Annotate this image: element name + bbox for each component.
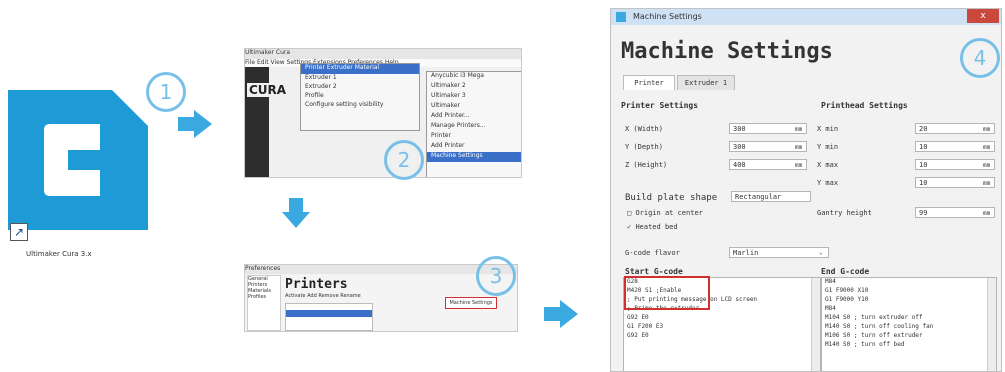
- unit-label: mm: [983, 210, 991, 217]
- submenu-item[interactable]: Ultimaker 2: [427, 82, 521, 92]
- printer-list[interactable]: [285, 303, 373, 331]
- x-max-label: X max: [817, 161, 839, 169]
- z-height-label: Z (Height): [625, 161, 668, 169]
- menu-item[interactable]: Profile: [301, 92, 419, 101]
- checkmark-icon[interactable]: ✓: [627, 223, 631, 231]
- gantry-height-label: Gantry height: [817, 209, 872, 217]
- step-1-marker: 1: [146, 72, 186, 112]
- submenu-item[interactable]: Add Printer...: [427, 112, 521, 122]
- unit-label: mm: [795, 126, 803, 133]
- printer-actions[interactable]: Activate Add Remove Rename: [285, 293, 361, 299]
- end-gcode-title: End G-code: [821, 267, 870, 276]
- gcode-line: G1 F9000 Y10: [825, 296, 869, 303]
- cura-main-window-screenshot: Ultimaker Cura File Edit View Settings E…: [244, 48, 522, 178]
- printers-heading: Printers: [285, 277, 348, 292]
- start-gcode-title: Start G-code: [625, 267, 683, 276]
- scrollbar[interactable]: [987, 278, 996, 371]
- menu-item[interactable]: Configure setting visibility: [301, 101, 419, 110]
- submenu-item[interactable]: Add Printer: [427, 142, 521, 152]
- close-button[interactable]: x: [967, 9, 999, 23]
- step-4-marker: 4: [960, 38, 1000, 78]
- dropdown-header: Printer Extruder Material: [301, 64, 419, 74]
- gcode-line: M140 S0 ; turn off cooling fan: [825, 323, 934, 330]
- menu-item[interactable]: Extruder 1: [301, 74, 419, 83]
- step-2-marker: 2: [384, 140, 424, 180]
- heated-bed-checkbox[interactable]: ✓ Heated bed: [627, 223, 678, 231]
- machine-settings-button[interactable]: Machine Settings: [445, 297, 497, 309]
- unit-label: mm: [983, 126, 991, 133]
- unit-label: mm: [795, 144, 803, 151]
- chevron-down-icon[interactable]: ⌄: [819, 249, 823, 256]
- submenu-item[interactable]: Ultimaker: [427, 102, 521, 112]
- gcode-line: M84: [825, 305, 836, 312]
- step-3-marker: 3: [476, 256, 516, 296]
- unit-label: mm: [795, 162, 803, 169]
- start-gcode-highlight: [624, 276, 710, 310]
- settings-dropdown-menu[interactable]: Printer Extruder Material Extruder 1 Ext…: [300, 63, 420, 131]
- dialog-heading: Machine Settings: [621, 39, 833, 64]
- gcode-line: M106 S0 ; turn off extruder: [825, 332, 923, 339]
- submenu-item[interactable]: Ultimaker 3: [427, 92, 521, 102]
- gcode-flavor-label: G-code flavor: [625, 249, 680, 257]
- submenu-item-machine-settings[interactable]: Machine Settings: [427, 152, 521, 162]
- x-width-label: X (Width): [625, 125, 663, 133]
- tab-extruder-1[interactable]: Extruder 1: [677, 75, 735, 90]
- icon-caption: Ultimaker Cura 3.x: [26, 250, 92, 258]
- gcode-flavor-select[interactable]: Marlin: [729, 247, 829, 258]
- printer-settings-title: Printer Settings: [621, 101, 699, 110]
- machine-settings-dialog: Machine Settings x Machine Settings Prin…: [610, 8, 1002, 372]
- submenu-item[interactable]: Printer: [427, 132, 521, 142]
- cura-app-icon[interactable]: [8, 90, 148, 230]
- checkbox-label: Heated bed: [635, 223, 678, 231]
- gcode-line: G92 E0: [627, 332, 649, 339]
- selected-printer-row[interactable]: [286, 310, 372, 317]
- gcode-line: M84: [825, 278, 836, 285]
- printer-submenu[interactable]: Anycubic i3 Mega Ultimaker 2 Ultimaker 3…: [426, 71, 521, 177]
- y-max-label: Y max: [817, 179, 839, 187]
- gcode-line: G1 F9000 X10: [825, 287, 869, 294]
- window-title: Machine Settings: [633, 12, 702, 21]
- cura-logo: CURA: [247, 83, 289, 97]
- build-plate-shape-label: Build plate shape: [625, 193, 718, 203]
- x-min-label: X min: [817, 125, 839, 133]
- y-min-label: Y min: [817, 143, 839, 151]
- menu-item[interactable]: Extruder 2: [301, 83, 419, 92]
- shortcut-arrow-icon: ↗: [10, 223, 28, 241]
- gcode-line: G1 F200 E3: [627, 323, 664, 330]
- checkbox-label: Origin at center: [635, 209, 703, 217]
- gcode-line: G92 E0: [627, 314, 649, 321]
- unit-label: mm: [983, 162, 991, 169]
- submenu-item[interactable]: Manage Printers...: [427, 122, 521, 132]
- scrollbar[interactable]: [811, 278, 820, 371]
- submenu-item[interactable]: Anycubic i3 Mega: [427, 72, 521, 82]
- y-depth-label: Y (Depth): [625, 143, 663, 151]
- unit-label: mm: [983, 144, 991, 151]
- end-gcode-editor[interactable]: M84 G1 F9000 X10 G1 F9000 Y10 M84 M104 S…: [821, 277, 997, 371]
- checkbox-box-icon[interactable]: □: [627, 209, 631, 217]
- tab-printer[interactable]: Printer: [623, 75, 675, 90]
- origin-at-center-checkbox[interactable]: □ Origin at center: [627, 209, 703, 217]
- app-icon: [616, 12, 626, 22]
- unit-label: mm: [983, 180, 991, 187]
- sidebar-item[interactable]: Profiles: [248, 294, 280, 300]
- window-title: Ultimaker Cura: [245, 49, 521, 59]
- printhead-settings-title: Printhead Settings: [821, 101, 908, 110]
- preferences-sidebar: General Printers Materials Profiles: [247, 275, 281, 331]
- gcode-line: M140 S0 ; turn off bed: [825, 341, 905, 348]
- gcode-line: M104 S0 ; turn extruder off: [825, 314, 923, 321]
- build-plate-shape-select[interactable]: Rectangular: [731, 191, 811, 202]
